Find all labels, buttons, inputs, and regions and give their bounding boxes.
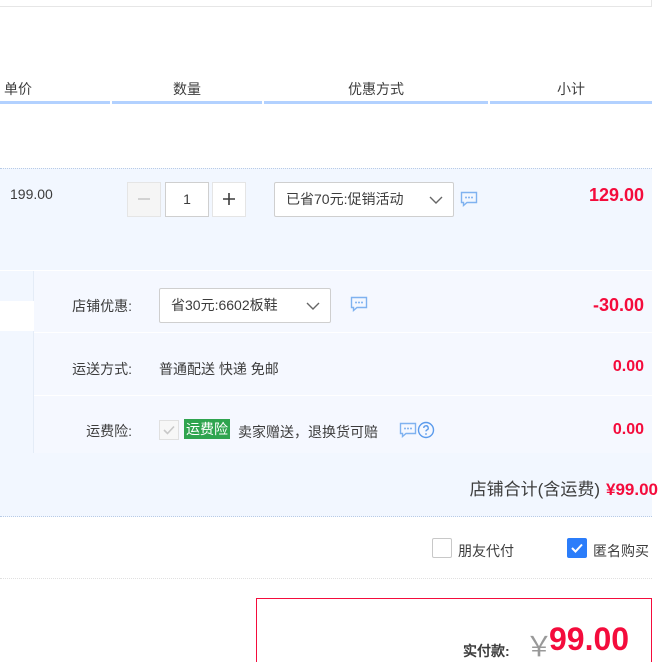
item-subtotal: 129.00: [588, 185, 644, 205]
shop-total-label: 店铺合计(含运费): [469, 480, 600, 499]
checkmark-icon: [163, 425, 175, 435]
col-quantity: 数量: [112, 80, 262, 104]
anonymous-label: 匿名购买: [593, 543, 649, 559]
col-promotion: 优惠方式: [264, 80, 488, 104]
item-unit-price: 199.00: [10, 186, 53, 202]
shop-coupon-value: 省30元:6602板鞋: [171, 297, 278, 313]
shipping-label: 运送方式:: [72, 361, 132, 377]
friend-pay-checkbox[interactable]: [432, 538, 452, 558]
insurance-amount: 0.00: [612, 421, 644, 438]
anonymous-option[interactable]: 匿名购买: [567, 538, 653, 560]
shop-left-gutter: [0, 271, 34, 453]
chevron-down-icon: [306, 302, 320, 310]
col-unit-price: 单价: [0, 80, 110, 104]
order-header-box: [0, 0, 652, 7]
shipping-method: 普通配送 快递 免邮: [159, 361, 279, 377]
insurance-label: 运费险:: [86, 423, 132, 439]
chat-icon[interactable]: [350, 296, 368, 312]
chevron-down-icon: [429, 196, 443, 204]
checkmark-icon: [571, 543, 583, 553]
decrease-quantity-button[interactable]: [127, 182, 161, 217]
chat-icon[interactable]: [460, 191, 478, 207]
item-promotion-select[interactable]: 已省70元:促销活动: [274, 182, 454, 217]
insurance-tag: 运费险: [184, 419, 230, 439]
payment-amount: 99.00: [549, 621, 630, 657]
col-subtotal: 小计: [490, 80, 652, 104]
minus-icon: [138, 198, 150, 200]
coupon-label: 店铺优惠:: [72, 298, 132, 314]
plus-icon: [223, 193, 235, 205]
insurance-checkbox[interactable]: [159, 420, 179, 440]
chat-icon[interactable]: [399, 422, 417, 438]
divider: [0, 578, 652, 579]
help-icon[interactable]: [417, 421, 435, 439]
shop-total-amount: ¥99.00: [606, 480, 658, 499]
insurance-text: 卖家赠送，退换货可赔: [238, 424, 378, 440]
column-headers: 单价 数量 优惠方式 小计: [0, 80, 652, 104]
friend-pay-option[interactable]: 朋友代付: [432, 538, 532, 560]
item-promotion-value: 已省70元:促销活动: [286, 191, 404, 207]
payment-label: 实付款:: [463, 643, 510, 659]
quantity-input[interactable]: 1: [165, 182, 209, 217]
payment-summary: 实付款: ￥ 99.00: [256, 598, 652, 662]
shop-total: 店铺合计(含运费) ¥99.00: [470, 475, 658, 500]
shop-coupon-select[interactable]: 省30元:6602板鞋: [159, 288, 331, 323]
friend-pay-label: 朋友代付: [458, 543, 514, 559]
increase-quantity-button[interactable]: [212, 182, 246, 217]
anonymous-checkbox[interactable]: [567, 538, 587, 558]
coupon-amount: -30.00: [592, 295, 644, 315]
shipping-amount: 0.00: [612, 358, 644, 375]
